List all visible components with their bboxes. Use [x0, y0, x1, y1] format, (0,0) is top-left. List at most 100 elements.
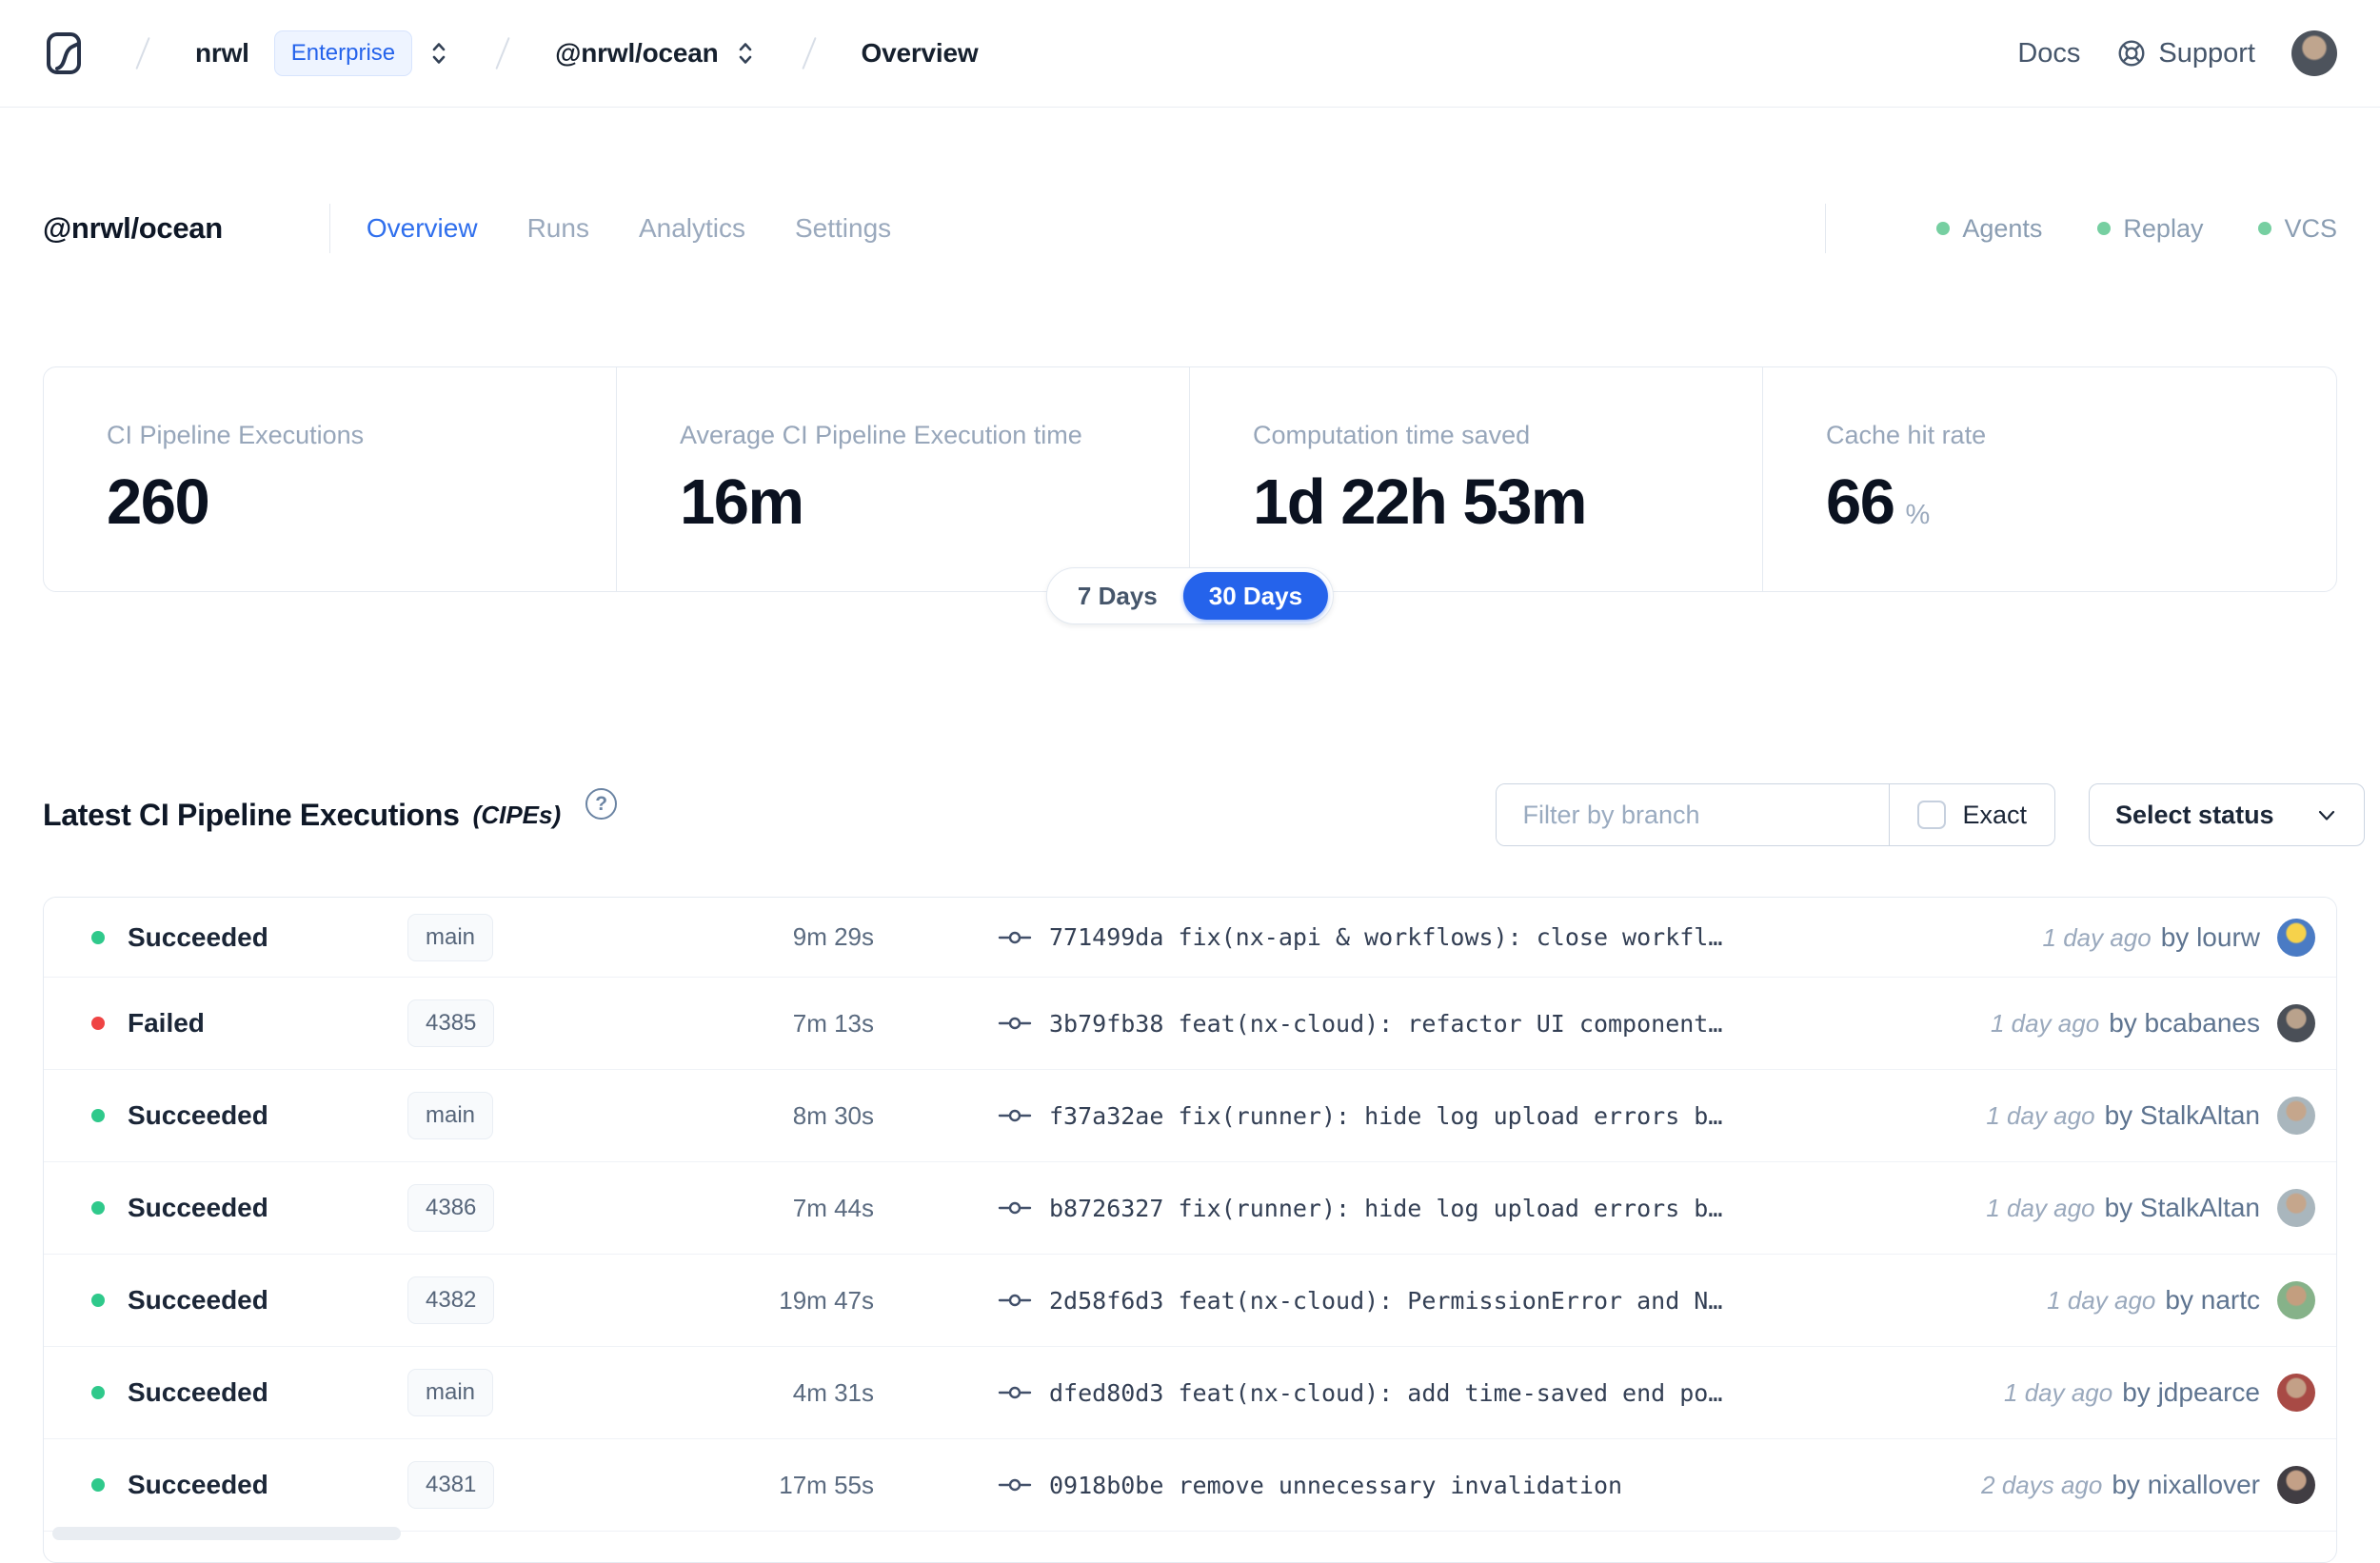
run-time-ago: 1 day ago — [1986, 1101, 2095, 1130]
workspace-switcher-chevrons-icon[interactable] — [734, 40, 757, 67]
workspace-tab[interactable]: Runs — [527, 213, 589, 244]
stat-card: CI Pipeline Executions 260 — [44, 367, 617, 591]
cipe-section-subtitle: (CIPEs) — [472, 800, 562, 829]
run-status-label: Succeeded — [128, 1193, 268, 1222]
workspace-tab[interactable]: Settings — [795, 213, 891, 244]
author-avatar[interactable] — [2277, 1097, 2315, 1135]
git-commit-icon — [998, 1288, 1032, 1313]
author-avatar[interactable] — [2277, 1374, 2315, 1412]
run-duration: 7m 13s — [792, 1008, 874, 1038]
workspace-tab[interactable]: Analytics — [639, 213, 745, 244]
cipe-table-row[interactable]: Succeeded main 8m 30s f37a32ae fix(runne… — [44, 1070, 2336, 1162]
exact-label: Exact — [1962, 800, 2027, 829]
commit-message: 0918b0be remove unnecessary invalidation — [1049, 1471, 1623, 1499]
run-duration: 17m 55s — [779, 1470, 874, 1499]
cipe-table-row[interactable]: Succeeded 4382 19m 47s 2d58f6d3 feat(nx-… — [44, 1255, 2336, 1347]
stat-card: Computation time saved 1d 22h 53m — [1190, 367, 1763, 591]
run-duration: 8m 30s — [792, 1100, 874, 1130]
status-select-dropdown[interactable]: Select status — [2089, 783, 2365, 846]
author-avatar[interactable] — [2277, 1281, 2315, 1319]
support-label: Support — [2158, 37, 2255, 69]
service-status: Agents — [1936, 214, 2042, 244]
date-range-toggle: 7 Days 30 Days — [1045, 567, 1335, 624]
enterprise-badge: Enterprise — [273, 30, 413, 76]
workspace-tab[interactable]: Overview — [367, 213, 478, 244]
author-avatar[interactable] — [2277, 918, 2315, 957]
breadcrumb-workspace[interactable]: @nrwl/ocean — [555, 38, 719, 69]
run-author: by StalkAltan — [2104, 1100, 2260, 1130]
branch-badge: 4385 — [407, 999, 495, 1047]
run-status-label: Succeeded — [128, 1285, 268, 1315]
breadcrumb-separator — [495, 36, 510, 70]
stat-card-label: Computation time saved — [1253, 421, 1531, 449]
cipe-table-row[interactable]: Failed 4385 7m 13s 3b79fb38 feat(nx-clou… — [44, 978, 2336, 1070]
stat-card-value: 260 — [107, 466, 210, 538]
service-status-label: Agents — [1962, 213, 2043, 243]
stats-card-row: CI Pipeline Executions 260 Average CI Pi… — [43, 366, 2337, 592]
git-commit-icon — [998, 1103, 1032, 1128]
user-avatar[interactable] — [2291, 30, 2337, 76]
date-range-option[interactable]: 7 Days — [1052, 572, 1183, 620]
exact-match-toggle[interactable]: Exact — [1889, 784, 2054, 845]
docs-link[interactable]: Docs — [2017, 38, 2080, 69]
commit-message: f37a32ae fix(runner): hide log upload er… — [1049, 1101, 1723, 1130]
stat-card-label: Cache hit rate — [1826, 421, 1987, 449]
branch-badge: 4386 — [407, 1184, 495, 1232]
run-status-label: Succeeded — [128, 1377, 268, 1407]
commit-message: b8726327 fix(runner): hide log upload er… — [1049, 1194, 1723, 1222]
top-navigation-bar: nrwl Enterprise @nrwl/ocean Overview Doc… — [0, 0, 2380, 108]
run-time-ago: 1 day ago — [1990, 1009, 2100, 1038]
date-range-option[interactable]: 30 Days — [1182, 572, 1329, 620]
run-status-dot-icon — [91, 1386, 105, 1399]
workspace-header: @nrwl/ocean Overview Runs Analytics Sett… — [43, 198, 2337, 259]
status-select-label: Select status — [2115, 800, 2274, 829]
run-status-label: Succeeded — [128, 921, 268, 952]
cipe-table: Succeeded main 9m 29s 771499da fix(nx-ap… — [43, 897, 2337, 1563]
author-avatar[interactable] — [2277, 1189, 2315, 1227]
status-dot-icon — [2258, 222, 2272, 235]
service-status: Replay — [2097, 214, 2203, 244]
branch-badge: main — [407, 1092, 494, 1139]
run-status-dot-icon — [91, 1201, 105, 1215]
stat-card-value: 16m — [680, 466, 804, 538]
run-time-ago: 1 day ago — [2047, 1286, 2156, 1315]
branch-badge: 4382 — [407, 1276, 495, 1324]
branch-filter-input[interactable] — [1497, 784, 1890, 845]
run-status-label: Succeeded — [128, 1100, 268, 1130]
exact-checkbox[interactable] — [1917, 801, 1947, 829]
nx-cloud-logo[interactable] — [43, 30, 90, 77]
cipe-section-title: Latest CI Pipeline Executions — [43, 797, 460, 832]
status-dot-icon — [2097, 222, 2112, 235]
run-duration: 7m 44s — [792, 1193, 874, 1222]
header-divider — [1825, 204, 1827, 253]
status-dot-icon — [1936, 222, 1951, 235]
cipe-section-header: Latest CI Pipeline Executions (CIPEs) ? … — [43, 782, 2365, 847]
run-duration: 19m 47s — [779, 1285, 874, 1315]
git-commit-icon — [998, 925, 1032, 950]
run-time-ago: 1 day ago — [2004, 1378, 2113, 1407]
run-time-ago: 1 day ago — [2042, 922, 2152, 952]
run-status-label: Failed — [128, 1008, 205, 1038]
support-link[interactable]: Support — [2116, 38, 2255, 69]
author-avatar[interactable] — [2277, 1004, 2315, 1042]
org-switcher-chevrons-icon[interactable] — [427, 40, 450, 67]
run-duration: 9m 29s — [792, 922, 874, 951]
chevron-down-icon — [2315, 803, 2338, 826]
cipe-table-row[interactable]: Succeeded main 9m 29s 771499da fix(nx-ap… — [44, 898, 2336, 978]
cipe-table-row[interactable]: Succeeded 4386 7m 44s b8726327 fix(runne… — [44, 1162, 2336, 1255]
cipe-table-row[interactable]: Succeeded 4381 17m 55s 0918b0be remove u… — [44, 1439, 2336, 1532]
branch-filter-group: Exact — [1496, 783, 2055, 846]
stat-card-label: Average CI Pipeline Execution time — [680, 421, 1082, 449]
author-avatar[interactable] — [2277, 1466, 2315, 1504]
run-author: by lourw — [2160, 921, 2260, 952]
service-status-label: Replay — [2123, 213, 2204, 243]
run-author: by jdpearce — [2122, 1377, 2260, 1407]
header-divider — [328, 204, 330, 253]
stat-card-value: 66 — [1826, 466, 1895, 538]
cipe-table-row[interactable]: Succeeded main 4m 31s dfed80d3 feat(nx-c… — [44, 1347, 2336, 1439]
run-time-ago: 2 days ago — [1981, 1471, 2103, 1499]
breadcrumb-org[interactable]: nrwl — [195, 38, 249, 69]
help-icon[interactable]: ? — [585, 788, 618, 820]
stat-card-value: 1d 22h 53m — [1253, 466, 1587, 538]
service-status-label: VCS — [2284, 213, 2337, 243]
